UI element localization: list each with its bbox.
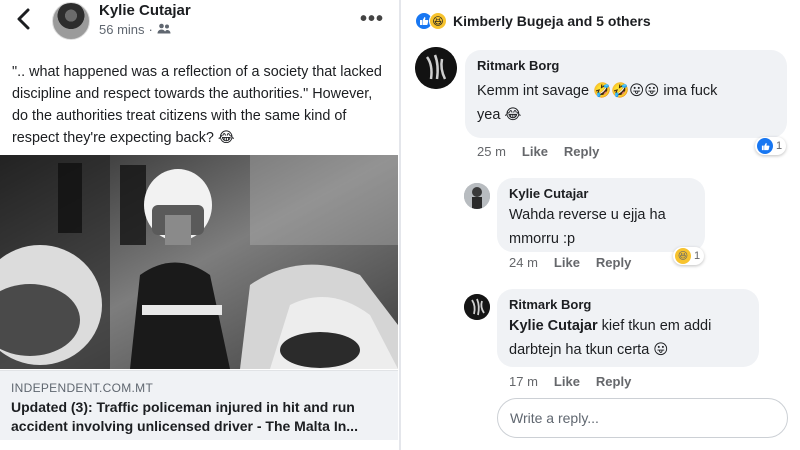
link-preview-card[interactable]: INDEPENDENT.COM.MT Updated (3): Traffic …	[0, 370, 398, 440]
comment-text-line: Kylie Cutajar kief tkun em addi	[509, 318, 712, 334]
comment-text-line: darbtejn ha tkun certa 😛	[509, 342, 669, 358]
link-title[interactable]: Updated (3): Traffic policeman injured i…	[11, 398, 391, 436]
commenter-avatar[interactable]	[415, 47, 457, 89]
like-button[interactable]: Like	[522, 144, 548, 159]
comment-actions: 24 m Like Reply	[509, 255, 631, 270]
more-options-icon[interactable]: •••	[360, 8, 384, 31]
comments-panel: 😆 Kimberly Bugeja and 5 others Ritmark B…	[401, 0, 800, 450]
comment-text-line: Kemm int savage 🤣🤣😛😛 ima fuck	[477, 83, 718, 99]
comment-text-line: mmorru :p	[509, 231, 576, 247]
commenter-avatar[interactable]	[464, 183, 490, 209]
reactions-summary[interactable]: 😆 Kimberly Bugeja and 5 others	[415, 12, 651, 30]
post-header: Kylie Cutajar 56 mins · •••	[0, 0, 400, 48]
comment-author[interactable]: Ritmark Borg	[509, 297, 747, 312]
comment-author[interactable]: Kylie Cutajar	[509, 186, 693, 201]
comment-bubble: Ritmark Borg Kemm int savage 🤣🤣😛😛 ima fu…	[465, 50, 787, 138]
reply-input[interactable]: Write a reply...	[497, 398, 788, 438]
comment-time[interactable]: 17 m	[509, 374, 538, 389]
comment-reaction-badge[interactable]: 1	[755, 137, 787, 155]
comment-author[interactable]: Ritmark Borg	[477, 58, 775, 73]
reply-button[interactable]: Reply	[564, 144, 599, 159]
like-button[interactable]: Like	[554, 255, 580, 270]
post-time[interactable]: 56 mins	[99, 22, 145, 37]
comment-text-line: yea 😂	[477, 107, 522, 123]
commenter-avatar[interactable]	[464, 294, 490, 320]
comment-actions: 25 m Like Reply	[477, 144, 599, 159]
reply-button[interactable]: Reply	[596, 255, 631, 270]
reply-button[interactable]: Reply	[596, 374, 631, 389]
friends-audience-icon	[157, 22, 171, 37]
post-author-name[interactable]: Kylie Cutajar	[99, 2, 191, 19]
link-domain: INDEPENDENT.COM.MT	[11, 381, 154, 395]
like-button[interactable]: Like	[554, 374, 580, 389]
mention-link[interactable]: Kylie Cutajar	[509, 318, 598, 334]
haha-icon: 😆	[429, 12, 447, 30]
back-arrow-icon[interactable]	[10, 6, 36, 32]
comment-actions: 17 m Like Reply	[509, 374, 631, 389]
like-icon	[757, 138, 773, 154]
post-text: ".. what happened was a reflection of a …	[12, 64, 382, 146]
comment-time[interactable]: 24 m	[509, 255, 538, 270]
reaction-count: 1	[694, 250, 701, 262]
comment-bubble: Kylie Cutajar Wahda reverse u ejja ha mm…	[497, 178, 705, 252]
comment-bubble: Ritmark Borg Kylie Cutajar kief tkun em …	[497, 289, 759, 367]
post-meta: 56 mins ·	[99, 22, 171, 37]
comment-time[interactable]: 25 m	[477, 144, 506, 159]
reactions-summary-text[interactable]: Kimberly Bugeja and 5 others	[453, 13, 651, 29]
comment-text-line: Wahda reverse u ejja ha	[509, 207, 666, 223]
comment-reaction-badge[interactable]: 😆 1	[673, 247, 705, 265]
link-preview-image[interactable]	[0, 155, 398, 369]
reaction-count: 1	[776, 140, 783, 152]
post-panel: Kylie Cutajar 56 mins · ••• ".. what hap…	[0, 0, 400, 450]
author-avatar[interactable]	[52, 2, 90, 40]
haha-icon: 😆	[675, 248, 691, 264]
